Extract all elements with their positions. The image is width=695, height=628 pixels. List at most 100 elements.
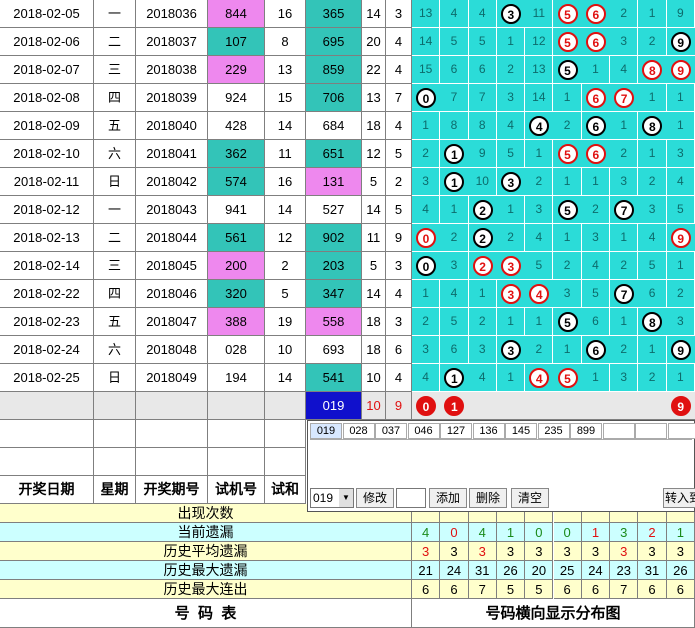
row-span: 3: [386, 252, 412, 280]
number-ball: 2: [472, 256, 493, 276]
miss-value: 5: [638, 252, 667, 280]
row-issue: 2018041: [136, 140, 208, 168]
stat-label: 历史最大连出: [0, 580, 412, 599]
transfer-button[interactable]: 转入到: [663, 488, 695, 508]
row-draw_sum: 18: [362, 112, 386, 140]
row-date: 2018-02-11: [0, 168, 94, 196]
miss-value: 3: [412, 168, 441, 196]
combo-tab[interactable]: 046: [407, 423, 440, 439]
number-ball: 5: [557, 32, 578, 52]
row-issue: 2018043: [136, 196, 208, 224]
column-header-sum[interactable]: 试和: [265, 476, 306, 504]
miss-value: 1: [638, 0, 667, 28]
row-span: 2: [386, 168, 412, 196]
row-issue: 2018044: [136, 224, 208, 252]
empty-cell: [136, 420, 208, 448]
column-header-date[interactable]: 开奖日期: [0, 476, 94, 504]
stat-value: 3: [468, 542, 497, 561]
stat-value: 31: [638, 561, 667, 580]
row-span: 5: [386, 140, 412, 168]
empty-cell: [265, 420, 306, 448]
miss-value: 1: [667, 252, 695, 280]
miss-value: 1: [412, 280, 441, 308]
number-ball: 0: [416, 228, 436, 248]
stat-value: 5: [496, 580, 526, 599]
row-issue: 2018040: [136, 112, 208, 140]
combo-tab[interactable]: [635, 423, 667, 439]
add-button[interactable]: 添加: [429, 488, 467, 508]
miss-value: 3: [610, 364, 639, 392]
miss-value: 3: [469, 336, 497, 364]
miss-value: 1: [554, 336, 582, 364]
combo-tabs: 019 028 037 046 127 136 145 235 899: [310, 423, 695, 439]
combo-tab[interactable]: 019: [310, 423, 342, 439]
row-date: 2018-02-22: [0, 280, 94, 308]
number-ball: 9: [670, 32, 691, 52]
miss-value: 2: [525, 168, 554, 196]
row-sum: 2: [265, 252, 306, 280]
miss-value: 6: [440, 336, 469, 364]
row-draw_sum: 14: [362, 0, 386, 28]
miss-value: 14: [412, 28, 441, 56]
combo-tab[interactable]: 145: [505, 423, 537, 439]
combo-tab[interactable]: [667, 423, 695, 439]
empty-cell: [0, 420, 94, 448]
clear-button[interactable]: 清空: [511, 488, 549, 508]
row-sum: 14: [265, 196, 306, 224]
miss-value: 1: [638, 336, 667, 364]
current-issue: [136, 392, 208, 420]
number-ball: 7: [614, 200, 635, 220]
row-date: 2018-02-14: [0, 252, 94, 280]
miss-value: 4: [440, 0, 469, 28]
combo-tab[interactable]: [602, 423, 635, 439]
combo-tab[interactable]: 127: [440, 423, 472, 439]
column-header-weekday[interactable]: 星期: [94, 476, 136, 504]
row-date: 2018-02-13: [0, 224, 94, 252]
stat-value: 3: [610, 523, 639, 542]
miss-value: 2: [610, 252, 639, 280]
combo-tab[interactable]: 028: [342, 423, 375, 439]
row-test: 941: [208, 196, 265, 224]
combo-tab[interactable]: 136: [472, 423, 505, 439]
stat-value: 6: [666, 580, 695, 599]
miss-value: 3: [610, 168, 639, 196]
miss-value: 2: [497, 56, 526, 84]
row-test: 362: [208, 140, 265, 168]
number-ball: 6: [585, 88, 606, 108]
miss-value: 5: [667, 196, 695, 224]
row-issue: 2018037: [136, 28, 208, 56]
row-weekday: 五: [94, 308, 136, 336]
row-test: 107: [208, 28, 265, 56]
miss-value: 1: [582, 56, 611, 84]
miss-value: 1: [525, 308, 554, 336]
combo-select[interactable]: 019 ▼: [310, 488, 354, 508]
combo-tab[interactable]: 899: [570, 423, 602, 439]
miss-value: 2: [497, 224, 526, 252]
combo-tab[interactable]: 235: [537, 423, 570, 439]
edit-button[interactable]: 修改: [356, 488, 394, 508]
delete-button[interactable]: 删除: [469, 488, 507, 508]
current-test: [208, 392, 265, 420]
row-issue: 2018047: [136, 308, 208, 336]
stat-value: 2: [638, 523, 667, 542]
number-ball: 6: [585, 340, 606, 360]
empty-cell: [265, 448, 306, 476]
row-weekday: 三: [94, 252, 136, 280]
number-input[interactable]: [396, 488, 426, 508]
current-date: [0, 392, 94, 420]
row-span: 4: [386, 112, 412, 140]
combo-list-area[interactable]: [310, 439, 692, 486]
column-header-issue[interactable]: 开奖期号: [136, 476, 208, 504]
stat-value: 4: [468, 523, 497, 542]
miss-value: 2: [610, 0, 639, 28]
row-date: 2018-02-09: [0, 112, 94, 140]
empty-cell: [136, 448, 208, 476]
row-span: 6: [386, 336, 412, 364]
combo-tab[interactable]: 037: [375, 423, 407, 439]
footer-left-title: 号 码 表: [0, 599, 412, 628]
miss-value: 1: [497, 28, 526, 56]
stat-label: 历史最大遗漏: [0, 561, 412, 580]
number-ball: 5: [557, 144, 578, 164]
column-header-test[interactable]: 试机号: [208, 476, 265, 504]
miss-value: 2: [554, 252, 582, 280]
